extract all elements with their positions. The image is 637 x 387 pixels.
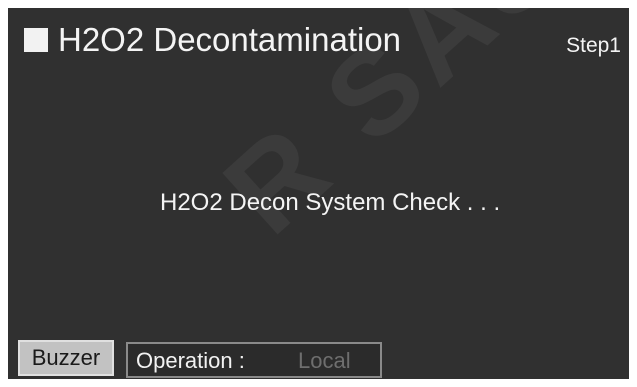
operation-value: Local xyxy=(298,348,351,373)
page-title: H2O2 Decontamination xyxy=(58,21,402,58)
buzzer-button[interactable]: Buzzer xyxy=(18,340,114,376)
operation-label: Operation : xyxy=(136,348,245,373)
step-indicator: Step1 xyxy=(566,34,621,57)
status-message: H2O2 Decon System Check . . . xyxy=(160,189,501,216)
operation-mode-field: Operation : Local xyxy=(126,342,382,378)
title-square-icon xyxy=(24,28,48,52)
hmi-screen: R SAS H2O2 Decontamination Step1 H2O2 De… xyxy=(8,8,629,379)
